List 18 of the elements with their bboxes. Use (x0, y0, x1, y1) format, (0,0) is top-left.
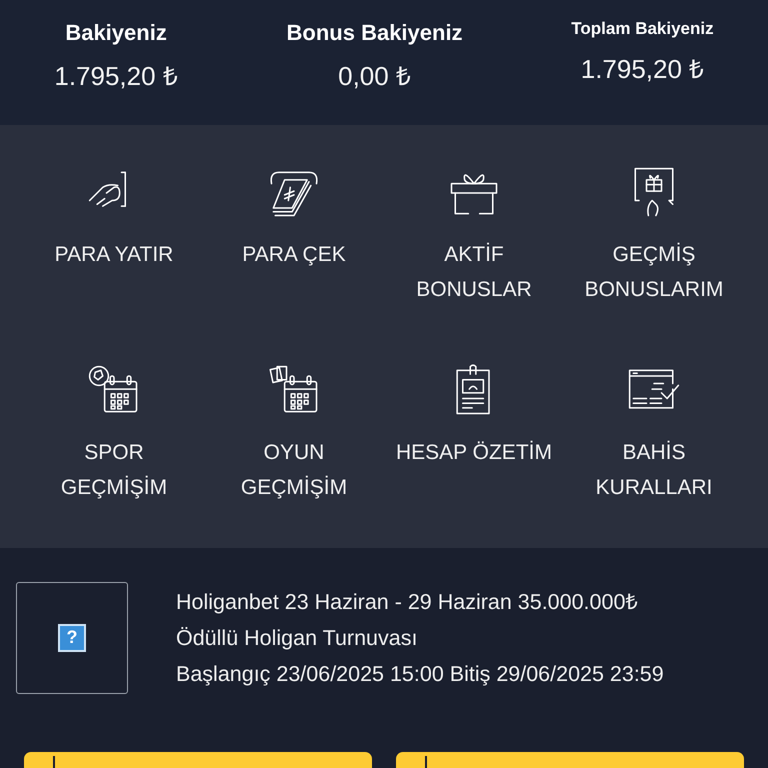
menu-label[interactable]: AKTİF BONUSLAR (416, 237, 532, 307)
line-icon (52, 756, 56, 768)
balance-amount: 1.795,20 ₺ (580, 52, 706, 86)
menu-label[interactable]: OYUN GEÇMİŞİM (240, 435, 348, 505)
menu-label[interactable]: PARA YATIR (54, 237, 174, 272)
menu-label[interactable]: SPOR GEÇMİŞİM (60, 435, 168, 505)
balance-label: Bakiyeniz (64, 19, 168, 47)
promo-text[interactable]: Holiganbet 23 Haziran - 29 Haziran 35.000.000₺ Ödüllü Holigan Turnuvası Başlangıç 23/06/2025 15:00 Bitiş 29/06/2025 23:59 (176, 584, 664, 692)
balance-label: Bonus Bakiyeniz (286, 19, 464, 47)
balance-amount: 1.795,20 ₺ (53, 60, 179, 93)
menu-label[interactable]: GEÇMİŞ BONUSLARIM (584, 237, 724, 307)
menu-label[interactable]: BAHİS KURALLARI (596, 435, 712, 505)
menu-label[interactable]: PARA ÇEK (242, 237, 346, 272)
menu-label[interactable]: HESAP ÖZETİM (396, 435, 552, 470)
balance-label: Toplam Bakiyeniz (570, 18, 715, 40)
balance-amount: 0,00 ₺ (337, 60, 412, 93)
broken-image-icon: ? (58, 624, 86, 652)
line-icon (424, 756, 428, 768)
